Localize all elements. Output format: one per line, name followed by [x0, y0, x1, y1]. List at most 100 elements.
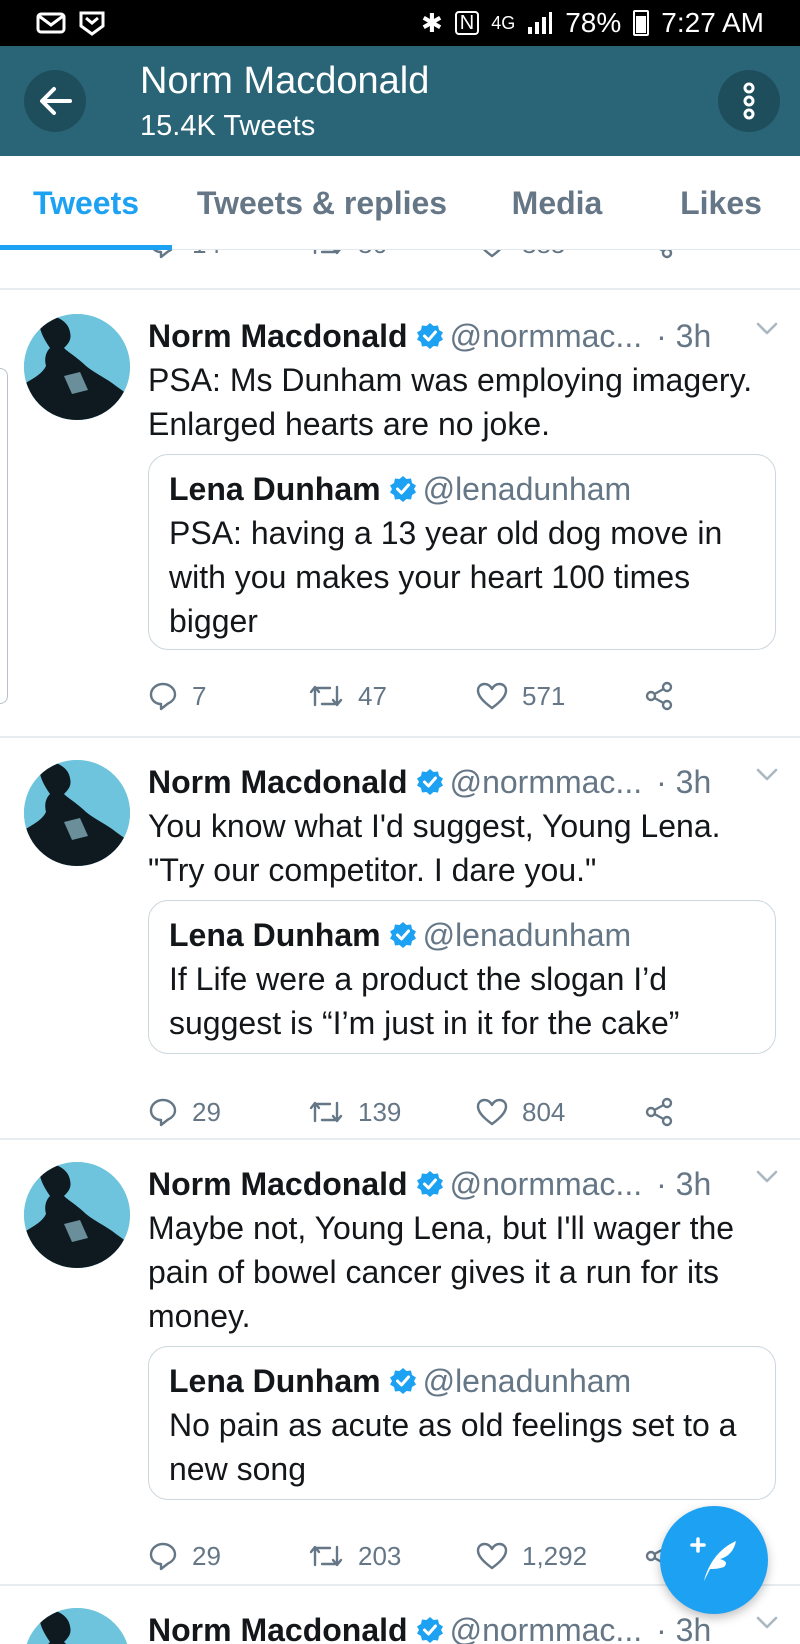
- back-button[interactable]: [24, 70, 86, 132]
- share-icon: [645, 681, 673, 711]
- avatar[interactable]: [24, 314, 130, 420]
- heart-icon: [476, 682, 508, 710]
- author-handle[interactable]: @normmac...: [450, 1612, 643, 1644]
- notification-icon: [79, 11, 105, 36]
- like-count: 804: [522, 1096, 566, 1127]
- author-name[interactable]: Norm Macdonald: [148, 318, 408, 355]
- network-type: 4G: [491, 13, 516, 33]
- arrow-left-icon: [40, 87, 72, 115]
- retweet-button[interactable]: 139: [308, 1097, 476, 1128]
- author-name[interactable]: Norm Macdonald: [148, 1612, 408, 1644]
- tweet-header: Norm Macdonald @normmac... · 3h: [148, 760, 778, 804]
- tweet-time: · 3h: [656, 317, 712, 354]
- author-name[interactable]: Norm Macdonald: [148, 764, 408, 801]
- profile-silhouette-icon: [24, 314, 130, 420]
- avatar[interactable]: [24, 1608, 130, 1644]
- compose-tweet-button[interactable]: [660, 1506, 768, 1614]
- quoted-author-handle: @lenadunham: [422, 470, 632, 507]
- verified-badge-icon: [416, 322, 444, 350]
- tab-media[interactable]: Media: [472, 156, 642, 250]
- tweet-actions: 7 47 571: [148, 676, 768, 716]
- quoted-author-name: Lena Dunham: [169, 470, 381, 507]
- tweet-feed: 14 36 385 Norm Macdonald @normmac... · 3…: [0, 250, 800, 1644]
- signal-icon: [528, 12, 553, 34]
- author-name[interactable]: Norm Macdonald: [148, 1166, 408, 1203]
- reply-button[interactable]: 29: [148, 1541, 308, 1572]
- quoted-tweet-header: Lena Dunham @lenadunham: [169, 1359, 757, 1403]
- verified-badge-icon: [389, 475, 417, 503]
- tab-tweets[interactable]: Tweets: [0, 156, 172, 250]
- tweet-count: 15.4K Tweets: [140, 110, 316, 142]
- author-handle[interactable]: @normmac...: [450, 1166, 643, 1203]
- like-button[interactable]: 1,292: [476, 1541, 644, 1572]
- verified-badge-icon: [389, 1367, 417, 1395]
- quoted-tweet-text: If Life were a product the slogan I’d su…: [169, 961, 680, 1041]
- quoted-tweet[interactable]: Lena Dunham @lenadunham No pain as acute…: [148, 1346, 776, 1500]
- reply-count: 29: [192, 1096, 221, 1127]
- quoted-tweet[interactable]: Lena Dunham @lenadunham If Life were a p…: [148, 900, 776, 1054]
- profile-name: Norm Macdonald: [140, 60, 430, 102]
- author-handle[interactable]: @normmac...: [450, 318, 643, 355]
- tweet-header: Norm Macdonald @normmac... · 3h: [148, 314, 778, 358]
- reply-button[interactable]: 14: [148, 250, 308, 260]
- verified-badge-icon: [416, 768, 444, 796]
- retweet-icon: [309, 1545, 343, 1567]
- tab-likes[interactable]: Likes: [642, 156, 800, 250]
- heart-icon: [476, 1542, 508, 1570]
- tweet[interactable]: Norm Macdonald @normmac... · 3h You know…: [0, 760, 800, 1127]
- chevron-down-icon[interactable]: [756, 1616, 778, 1630]
- tweet-header: Norm Macdonald @normmac... · 3h: [148, 1162, 778, 1206]
- avatar[interactable]: [24, 760, 130, 866]
- more-vertical-icon: [743, 82, 755, 120]
- battery-percent: 78%: [565, 7, 622, 38]
- author-handle[interactable]: @normmac...: [450, 764, 643, 801]
- verified-badge-icon: [389, 921, 417, 949]
- reply-count: 29: [192, 1540, 221, 1571]
- quoted-author-name: Lena Dunham: [169, 916, 381, 953]
- share-button[interactable]: [644, 1097, 674, 1127]
- retweet-button[interactable]: 47: [308, 681, 476, 712]
- status-left: [36, 10, 106, 36]
- like-button[interactable]: 571: [476, 681, 644, 712]
- tab-tweets-replies[interactable]: Tweets & replies: [172, 156, 472, 250]
- tweet-actions: 14 36 385: [148, 250, 768, 264]
- share-icon: [645, 1097, 673, 1127]
- verified-badge-icon: [416, 1170, 444, 1198]
- chevron-down-icon[interactable]: [756, 1170, 778, 1184]
- retweet-icon: [309, 1101, 343, 1123]
- tweet-divider: [0, 1138, 800, 1140]
- profile-tabs: Tweets Tweets & replies Media Likes: [0, 156, 800, 250]
- retweet-button[interactable]: 36: [308, 250, 476, 260]
- tweet[interactable]: Norm Macdonald @normmac... · 3h Maybe no…: [0, 1162, 800, 1571]
- like-button[interactable]: 804: [476, 1097, 644, 1128]
- retweet-icon: [313, 250, 341, 255]
- reply-icon: [149, 1098, 177, 1127]
- tweet[interactable]: Norm Macdonald @normmac... · 3h: [0, 1608, 800, 1644]
- retweet-count: 203: [358, 1540, 402, 1571]
- avatar[interactable]: [24, 1162, 130, 1268]
- chevron-down-icon[interactable]: [756, 768, 778, 782]
- like-count: 1,292: [522, 1540, 588, 1571]
- quoted-tweet[interactable]: Lena Dunham @lenadunham PSA: having a 13…: [148, 454, 776, 650]
- battery-icon: [633, 10, 650, 36]
- tweet-text: You know what I'd suggest, Young Lena. "…: [148, 808, 721, 888]
- like-button[interactable]: 385: [476, 250, 644, 260]
- nfc-icon: N: [454, 11, 480, 35]
- profile-silhouette-icon: [24, 1162, 130, 1268]
- quoted-author-name: Lena Dunham: [169, 1362, 381, 1399]
- quoted-author-handle: @lenadunham: [422, 1362, 632, 1399]
- reply-icon: [149, 1542, 177, 1571]
- retweet-count: 36: [358, 250, 387, 260]
- mail-icon: [36, 12, 66, 34]
- status-bar: ✱ N 4G 78% 7:27 AM: [0, 0, 800, 46]
- more-options-button[interactable]: [718, 70, 780, 132]
- chevron-down-icon[interactable]: [756, 322, 778, 336]
- reply-button[interactable]: 7: [148, 681, 308, 712]
- share-button[interactable]: [644, 681, 674, 711]
- reply-button[interactable]: 29: [148, 1097, 308, 1128]
- tweet[interactable]: Norm Macdonald @normmac... · 3h PSA: Ms …: [0, 314, 800, 711]
- retweet-button[interactable]: 203: [308, 1541, 476, 1572]
- share-button[interactable]: [644, 250, 674, 259]
- profile-silhouette-icon: [24, 1608, 130, 1644]
- tweet-time: · 3h: [656, 763, 712, 800]
